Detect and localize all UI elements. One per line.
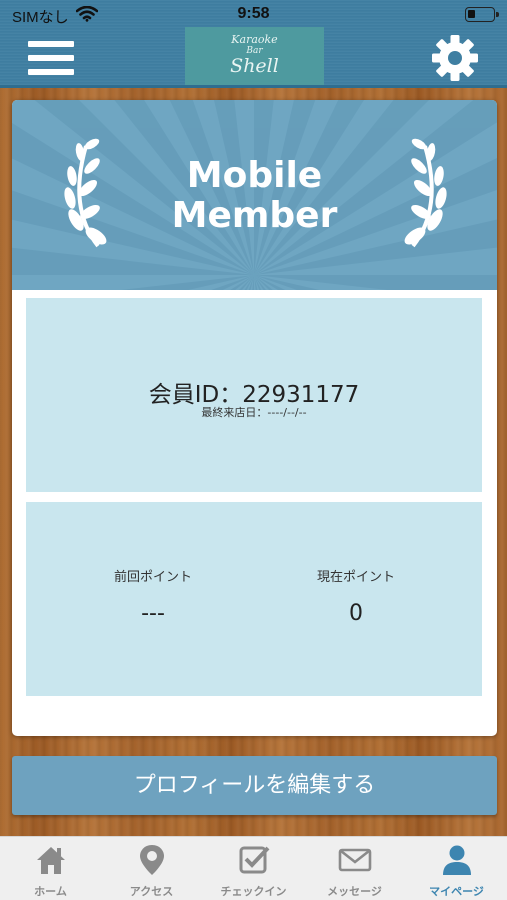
- tab-bar: ホーム アクセス チェックイン メッセージ マイページ: [0, 836, 507, 900]
- current-points: 現在ポイント 0: [276, 566, 436, 626]
- envelope-icon: [338, 848, 372, 872]
- tab-home-label: ホーム: [34, 885, 67, 898]
- current-points-label: 現在ポイント: [316, 570, 395, 585]
- current-points-value: 0: [349, 601, 363, 626]
- map-pin-icon: [140, 845, 164, 875]
- last-visit-date: 最終来店日：----/--/--: [201, 406, 307, 419]
- tab-checkin-label: チェックイン: [220, 885, 287, 898]
- points-panel: 前回ポイント --- 現在ポイント 0: [26, 502, 482, 696]
- member-banner: Mobile Member: [12, 100, 497, 290]
- logo-line3: Shell: [230, 55, 279, 77]
- tab-access-label: アクセス: [129, 885, 174, 898]
- app-header: SIMなし 9:58 Karaoke Bar Shell: [0, 0, 507, 88]
- menu-button[interactable]: [28, 38, 76, 78]
- edit-profile-button[interactable]: プロフィールを編集する: [12, 756, 497, 815]
- previous-points: 前回ポイント ---: [73, 566, 233, 626]
- tab-mypage[interactable]: マイページ: [406, 837, 507, 900]
- tab-access[interactable]: アクセス: [101, 837, 202, 900]
- logo-line1: Karaoke: [231, 33, 278, 46]
- previous-points-value: ---: [141, 601, 165, 626]
- previous-points-label: 前回ポイント: [113, 570, 192, 585]
- laurel-right-icon: [404, 138, 447, 248]
- tab-home[interactable]: ホーム: [0, 837, 101, 900]
- settings-gear-button[interactable]: [430, 33, 480, 83]
- tab-message-label: メッセージ: [327, 885, 382, 898]
- battery-level: [468, 10, 475, 18]
- member-id-panel: 会員ID：22931177 最終来店日：----/--/--: [26, 298, 482, 492]
- tab-mypage-label: マイページ: [429, 885, 484, 898]
- home-icon: [37, 847, 65, 874]
- tab-checkin[interactable]: チェックイン: [203, 837, 304, 900]
- battery-icon: [465, 7, 499, 22]
- status-bar: SIMなし 9:58: [0, 0, 507, 30]
- status-time: 9:58: [237, 5, 270, 22]
- user-icon: [443, 845, 471, 875]
- member-card: Mobile Member 会員ID：22931177 最終来店日：----/-…: [12, 100, 497, 736]
- checkbox-icon: [239, 846, 270, 874]
- store-logo: Karaoke Bar Shell: [185, 27, 324, 85]
- tab-message[interactable]: メッセージ: [304, 837, 405, 900]
